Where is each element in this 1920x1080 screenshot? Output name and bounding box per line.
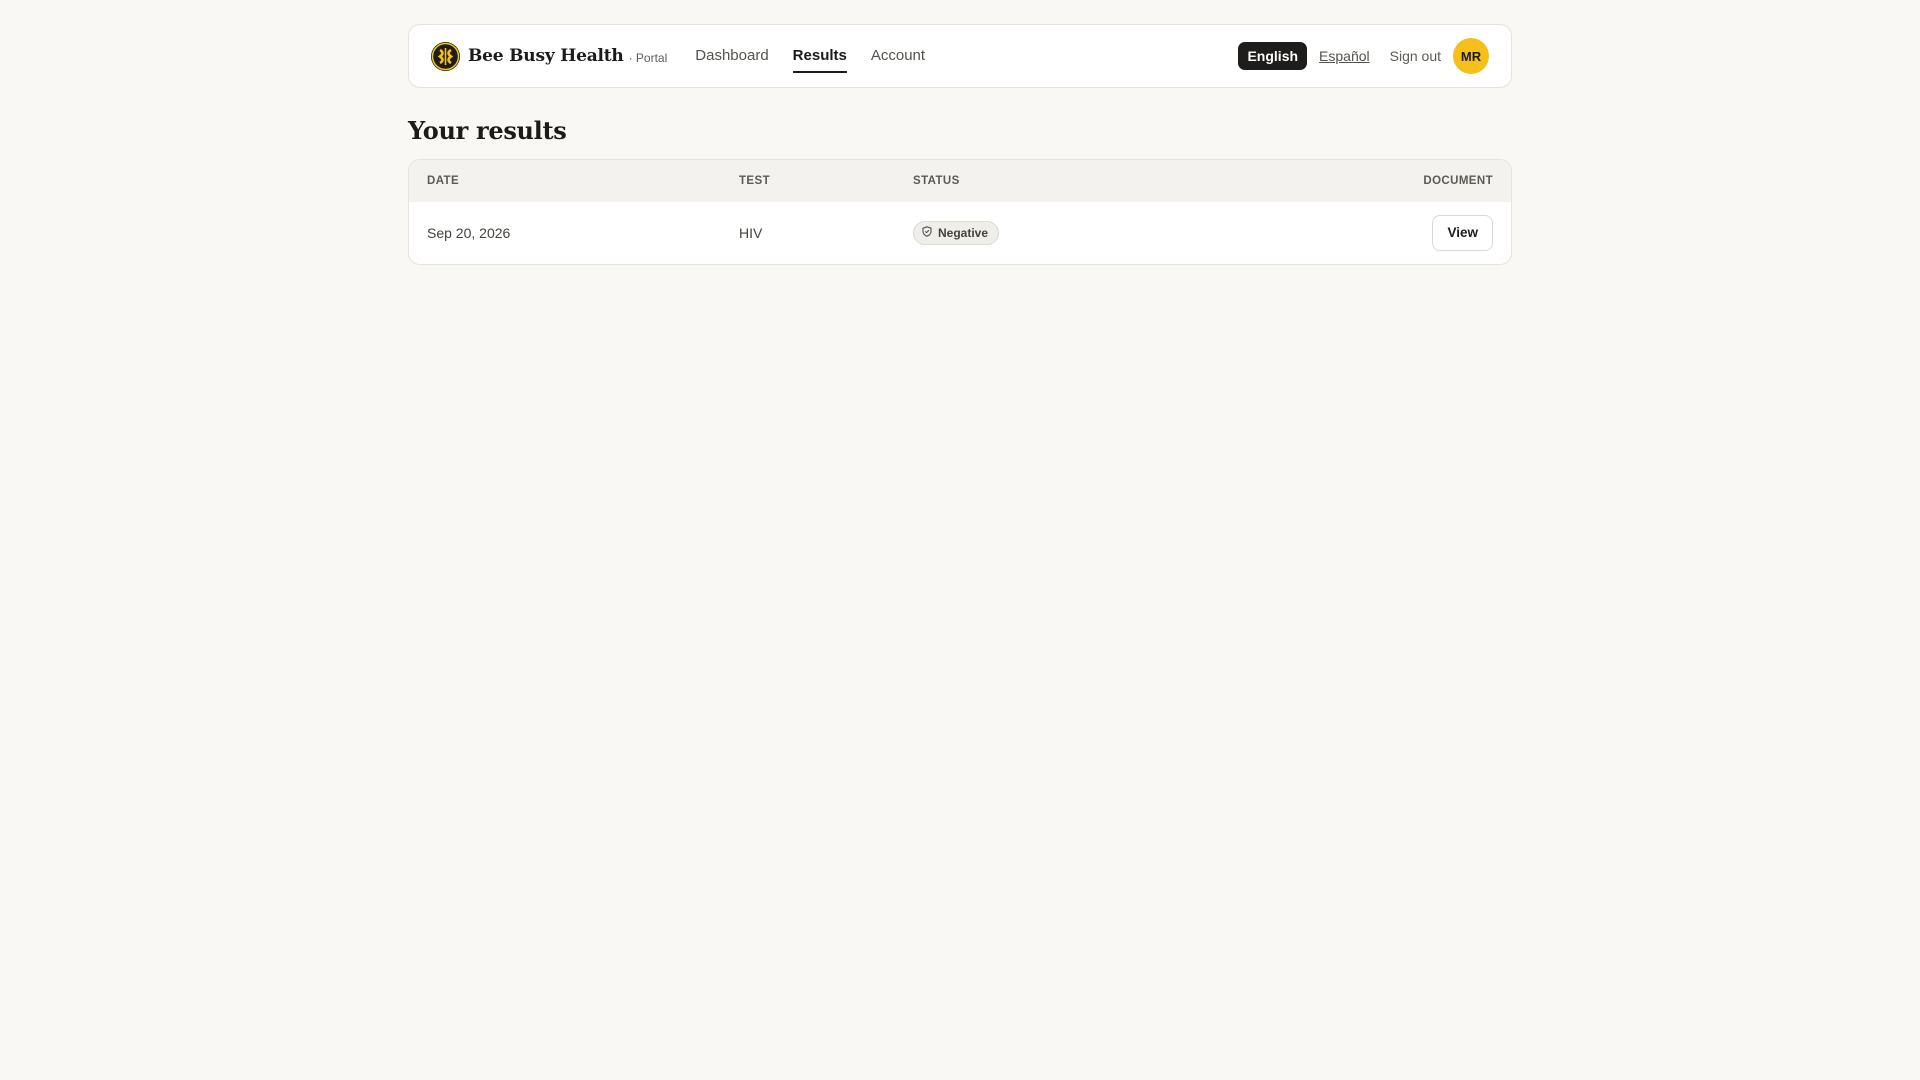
nav-item-results[interactable]: Results (792, 43, 848, 73)
nav-item-account[interactable]: Account (871, 43, 925, 68)
main-nav: Dashboard Results Account (695, 25, 925, 87)
status-badge-label: Negative (938, 226, 989, 240)
avatar[interactable]: MR (1453, 38, 1489, 74)
results-table-card: DATE TEST STATUS DOCUMENT Sep 20, 2026 H… (408, 159, 1512, 265)
brand-subtitle: · Portal (628, 50, 668, 65)
column-header-status: STATUS (913, 175, 960, 187)
table-row: Sep 20, 2026 HIV Negative View (409, 202, 1511, 264)
language-espanol-link[interactable]: Español (1319, 48, 1370, 64)
results-table: DATE TEST STATUS DOCUMENT Sep 20, 2026 H… (409, 160, 1511, 264)
language-english-button[interactable]: English (1238, 42, 1308, 70)
top-nav-bar: Bee Busy Health · Portal Dashboard Resul… (408, 24, 1512, 88)
cell-date: Sep 20, 2026 (427, 225, 511, 241)
bee-logo-icon (431, 41, 460, 71)
shield-icon (922, 226, 932, 240)
cell-test: HIV (739, 225, 763, 241)
column-header-document: DOCUMENT (1423, 175, 1493, 187)
table-header-row: DATE TEST STATUS DOCUMENT (409, 160, 1511, 202)
column-header-date: DATE (427, 175, 460, 187)
page-title: Your results (408, 116, 567, 145)
status-badge: Negative (913, 221, 1000, 245)
view-document-button[interactable]: View (1432, 215, 1493, 251)
brand[interactable]: Bee Busy Health · Portal (431, 41, 668, 71)
column-header-test: TEST (739, 175, 770, 187)
brand-name: Bee Busy Health (468, 46, 624, 66)
header-actions: English Español Sign out MR (1238, 38, 1489, 74)
cell-status: Negative (895, 202, 1225, 264)
nav-item-dashboard[interactable]: Dashboard (695, 43, 768, 68)
sign-out-link[interactable]: Sign out (1390, 48, 1441, 64)
page-container: Bee Busy Health · Portal Dashboard Resul… (408, 24, 1512, 265)
cell-document: View (1225, 202, 1511, 264)
